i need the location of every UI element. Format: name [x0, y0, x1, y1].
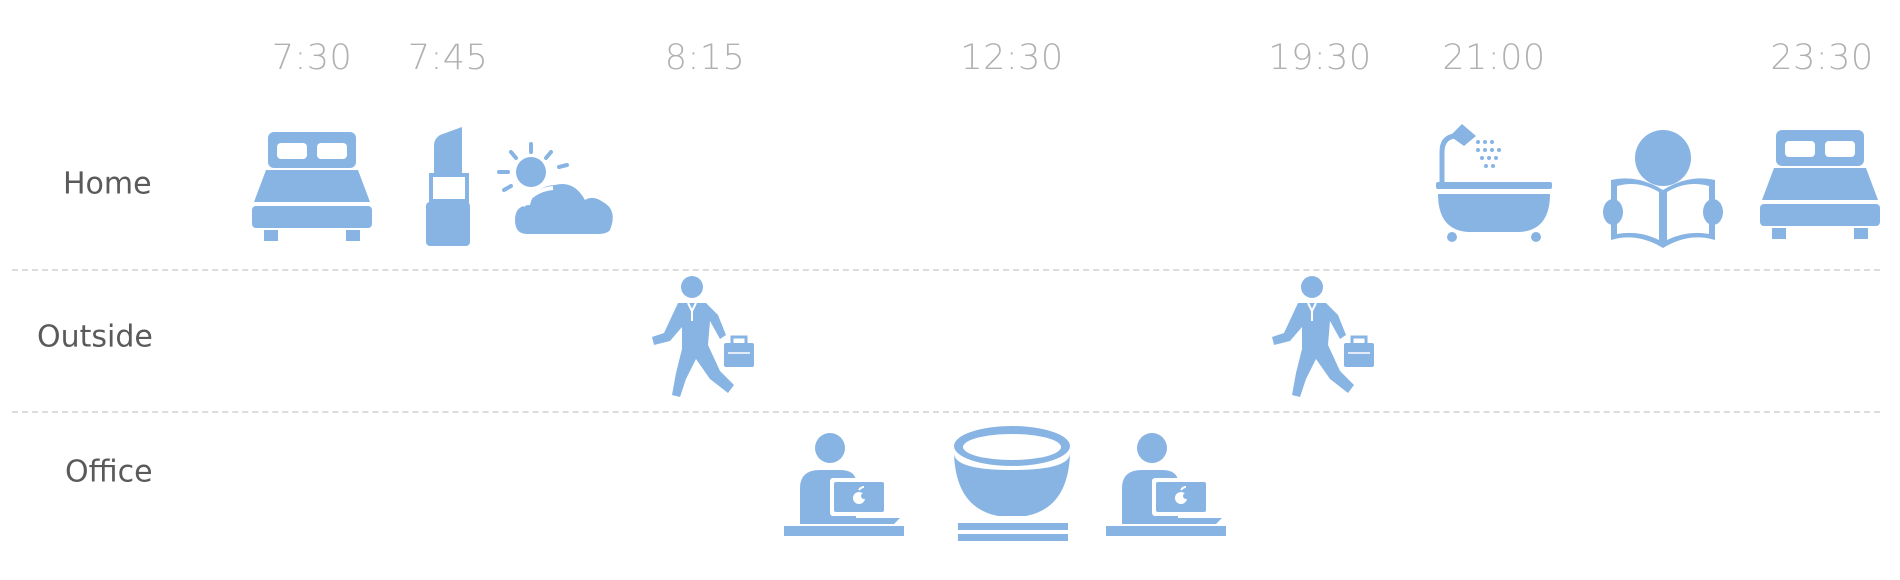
walking-businessman-icon — [1270, 275, 1376, 397]
bed-icon — [1758, 128, 1882, 240]
row-divider — [12, 411, 1880, 413]
bed-icon — [250, 130, 374, 242]
laptop-worker-icon — [784, 432, 904, 536]
laptop-worker-icon — [1106, 432, 1226, 536]
walking-businessman-icon — [650, 275, 756, 397]
time-label-1930: 19:30 — [1268, 38, 1372, 78]
time-label-1230: 12:30 — [960, 38, 1064, 78]
reading-person-icon — [1603, 128, 1723, 250]
row-label-office: Office — [65, 454, 153, 490]
time-label-2100: 21:00 — [1442, 38, 1546, 78]
bathtub-icon — [1432, 124, 1556, 244]
time-label-0730: 7:30 — [271, 38, 353, 78]
lipstick-icon — [424, 127, 472, 247]
row-label-outside: Outside — [37, 319, 153, 355]
time-label-2330: 23:30 — [1770, 38, 1874, 78]
rice-bowl-chopsticks-icon — [952, 424, 1072, 544]
time-label-0745: 7:45 — [407, 38, 489, 78]
sun-behind-cloud-icon — [497, 140, 619, 236]
row-divider — [12, 269, 1880, 271]
row-label-home: Home — [63, 166, 152, 202]
time-label-0815: 8:15 — [664, 38, 746, 78]
